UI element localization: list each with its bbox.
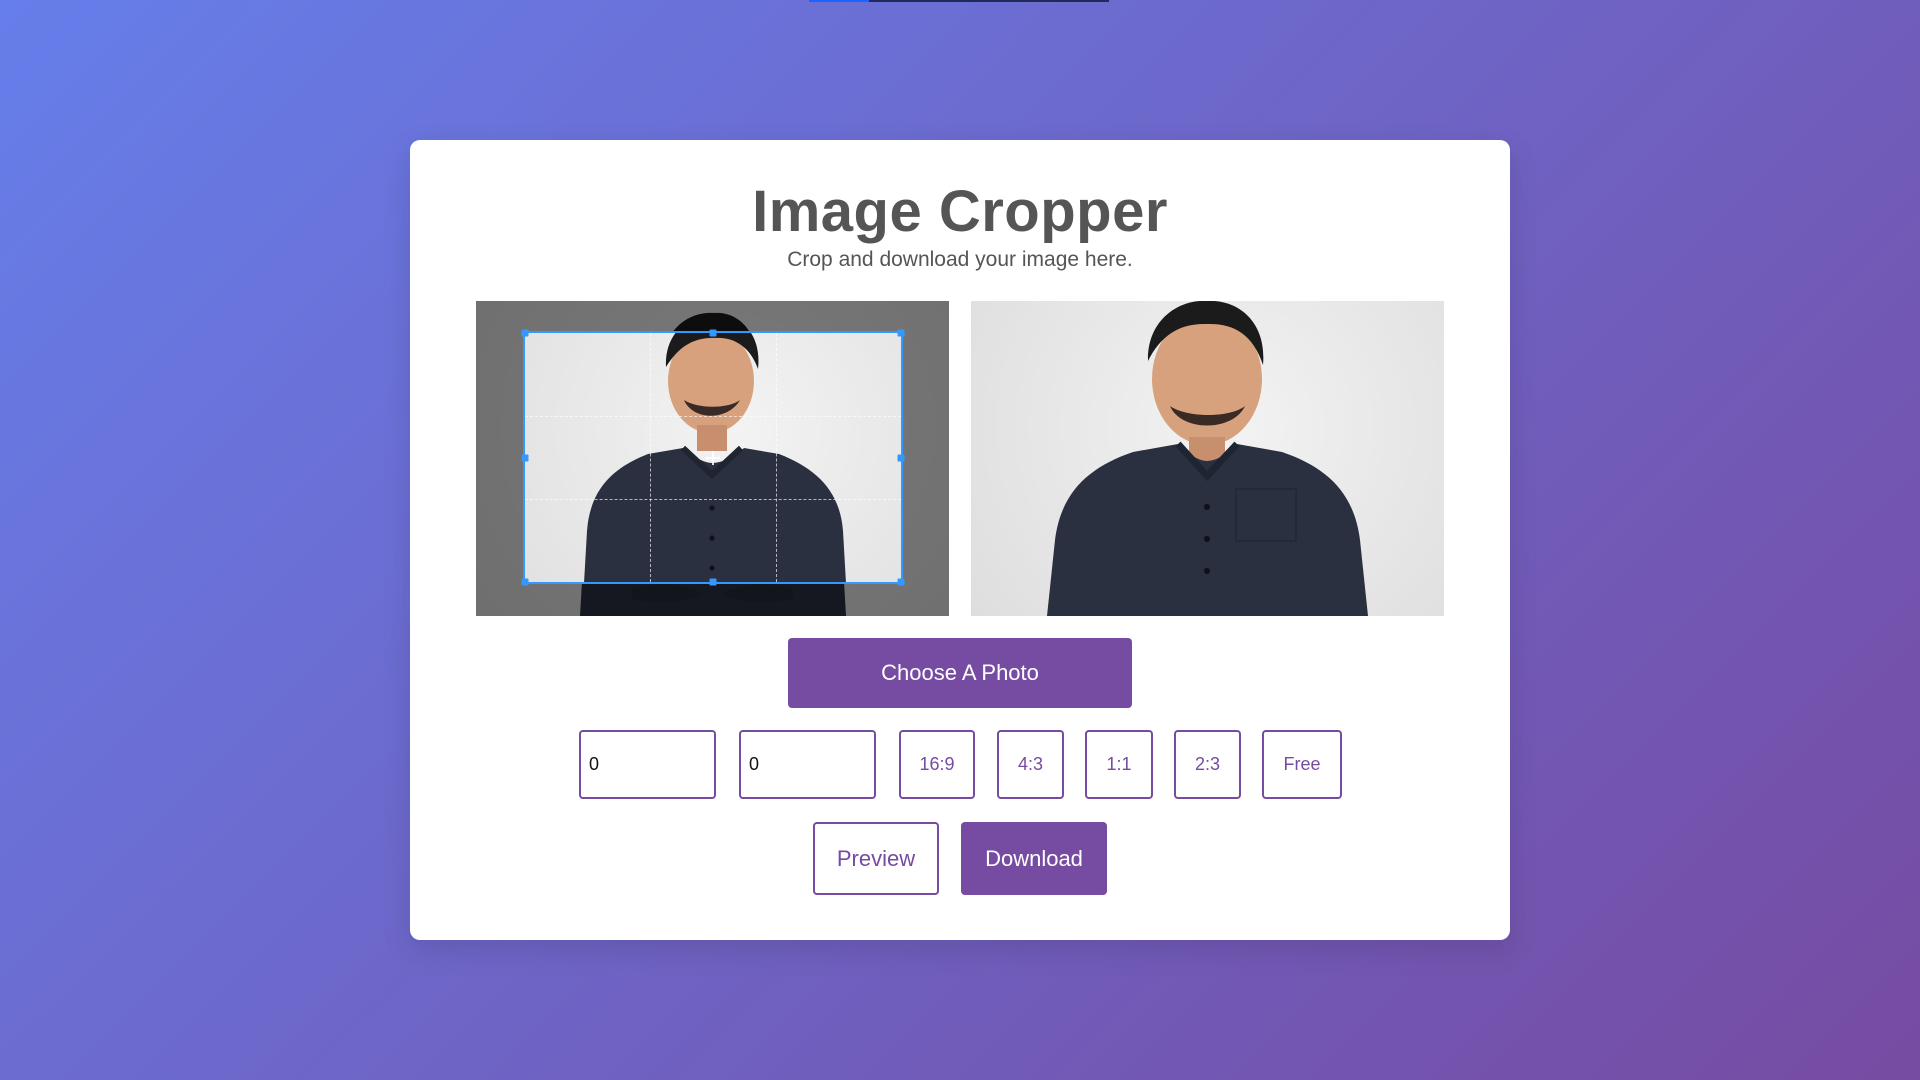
ratio-16-9-button[interactable]: 16:9	[899, 730, 975, 799]
crop-handle-icon[interactable]	[709, 329, 717, 337]
crop-handle-icon[interactable]	[897, 578, 905, 586]
crop-handle-icon[interactable]	[521, 454, 529, 461]
top-scrollbar[interactable]	[809, 0, 1109, 2]
page-title: Image Cropper	[752, 179, 1168, 244]
ratio-free-button[interactable]: Free	[1262, 730, 1342, 799]
height-input[interactable]	[739, 730, 876, 799]
download-button[interactable]: Download	[961, 822, 1107, 895]
preview-photo-person	[1047, 301, 1368, 616]
crop-selection[interactable]	[521, 329, 905, 586]
source-image-panel[interactable]	[476, 301, 949, 616]
crop-handle-icon[interactable]	[521, 329, 529, 337]
crop-handle-icon[interactable]	[709, 578, 717, 586]
choose-photo-button[interactable]: Choose A Photo	[788, 638, 1132, 708]
crop-window-person	[584, 333, 846, 582]
preview-button[interactable]: Preview	[813, 822, 939, 895]
ratio-1-1-button[interactable]: 1:1	[1085, 730, 1153, 799]
ratio-4-3-button[interactable]: 4:3	[997, 730, 1064, 799]
preview-image-panel	[971, 301, 1444, 616]
crop-window	[525, 333, 901, 582]
ratio-2-3-button[interactable]: 2:3	[1174, 730, 1241, 799]
cropper-card: Image Cropper Crop and download your ima…	[410, 140, 1510, 940]
crop-controls: 16:9 4:3 1:1 2:3 Free	[410, 730, 1510, 800]
width-input[interactable]	[579, 730, 716, 799]
crop-handle-icon[interactable]	[897, 454, 905, 461]
crop-handle-icon[interactable]	[521, 578, 529, 586]
crop-handle-icon[interactable]	[897, 329, 905, 337]
page-subtitle: Crop and download your image here.	[787, 248, 1133, 271]
